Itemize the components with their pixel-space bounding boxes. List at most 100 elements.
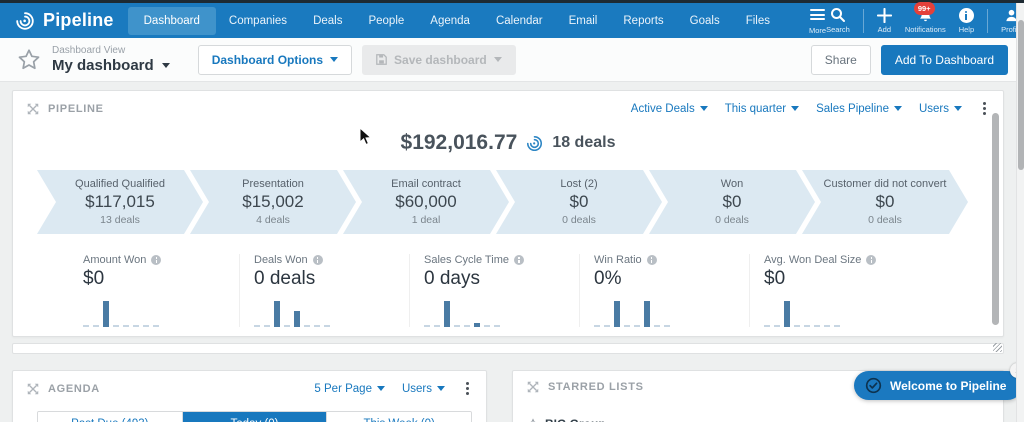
info-icon[interactable] — [646, 255, 657, 265]
funnel-stage-email-contract[interactable]: Email contract $60,000 1 deal — [343, 170, 509, 234]
resize-grip-icon[interactable] — [993, 343, 1002, 352]
metric-label: Amount Won — [83, 254, 147, 266]
metric-value: 0 deals — [254, 268, 316, 289]
filter-active-deals[interactable]: Active Deals — [631, 103, 708, 115]
filter-users[interactable]: Users — [402, 383, 445, 395]
add-button[interactable]: Add — [876, 7, 892, 34]
chevron-down-icon — [161, 63, 170, 68]
nav-item-files[interactable]: Files — [733, 7, 783, 35]
add-to-dashboard-label: Add To Dashboard — [894, 52, 994, 67]
info-icon[interactable] — [866, 255, 877, 265]
metric-amount-won: Amount Won $0 — [69, 254, 239, 327]
dashboard-view-selector[interactable]: Dashboard View My dashboard — [52, 45, 170, 74]
filter-this-quarter[interactable]: This quarter — [724, 102, 800, 115]
nav-item-goals[interactable]: Goals — [677, 7, 733, 35]
tab-today[interactable]: Today (0) — [181, 412, 327, 422]
pipeline-filters: Active Deals This quarter Sales Pipeline… — [631, 100, 990, 117]
pipeline-panel-header: PIPELINE Active Deals This quarter Sales… — [13, 91, 1003, 126]
funnel-stage-customer-did-not-convert[interactable]: Customer did not convert $0 0 deals — [802, 170, 968, 234]
info-icon[interactable] — [151, 255, 162, 265]
welcome-to-pipeline-button[interactable]: Welcome to Pipeline 3 — [854, 363, 1024, 400]
nav-item-agenda[interactable]: Agenda — [417, 7, 483, 35]
search-button[interactable]: Search — [826, 7, 850, 34]
share-label: Share — [824, 52, 857, 67]
pipeline-panel: PIPELINE Active Deals This quarter Sales… — [12, 90, 1004, 337]
nav-divider — [987, 8, 989, 33]
pipeline-widget: PIPELINE Active Deals This quarter Sales… — [12, 90, 1004, 354]
share-button[interactable]: Share — [810, 44, 871, 75]
stage-value: $0 — [569, 192, 589, 211]
nav-item-calendar[interactable]: Calendar — [483, 7, 556, 35]
chevron-down-icon — [699, 106, 708, 111]
help-button[interactable]: Help — [958, 7, 974, 34]
filter-users[interactable]: Users — [919, 103, 962, 115]
filter-label: Users — [918, 102, 949, 115]
nav-divider — [862, 8, 864, 33]
pipeline-horizontal-scrollbar[interactable] — [12, 343, 1004, 354]
stage-name: Lost (2) — [560, 178, 598, 190]
chevron-down-icon — [893, 106, 902, 111]
metric-deals-won: Deals Won 0 deals — [239, 254, 409, 327]
stage-name: Qualified Qualified — [75, 178, 165, 190]
chevron-down-icon — [330, 57, 339, 62]
page-scrollbar-thumb[interactable] — [1018, 20, 1024, 170]
agenda-menu-kebab-icon[interactable] — [462, 380, 473, 397]
favorite-star-icon[interactable] — [16, 47, 42, 73]
brand-logo[interactable]: Pipeline — [14, 10, 114, 32]
pipeline-spiral-icon — [16, 11, 34, 30]
filter-per-page[interactable]: 5 Per Page — [314, 383, 385, 395]
nav-item-deals[interactable]: Deals — [300, 7, 355, 35]
chevron-down-icon — [376, 386, 385, 391]
agenda-panel-header: AGENDA 5 Per Page Users — [13, 371, 486, 406]
filter-label: 5 Per Page — [314, 382, 372, 395]
stage-value: $0 — [875, 192, 895, 211]
pipeline-vertical-scrollbar[interactable] — [992, 113, 999, 325]
funnel-stage-presentation[interactable]: Presentation $15,002 4 deals — [190, 170, 356, 234]
pipeline-total-deals: 18 deals — [552, 134, 616, 151]
info-icon[interactable] — [513, 255, 524, 265]
move-handle-icon[interactable] — [26, 382, 40, 396]
notifications-badge: 99+ — [913, 1, 935, 15]
help-info-icon — [958, 7, 974, 23]
nav-item-email[interactable]: Email — [556, 7, 611, 35]
info-icon[interactable] — [312, 255, 323, 265]
check-circle-icon — [865, 377, 882, 394]
metric-minichart — [764, 299, 919, 327]
stage-deals: 4 deals — [256, 214, 290, 226]
notifications-label: Notifications — [904, 24, 946, 34]
pipeline-spiral-icon — [527, 135, 543, 151]
notifications-button[interactable]: 99+ Notifications — [904, 1, 946, 34]
save-dashboard-label: Save dashboard — [394, 52, 487, 67]
nav-more-button[interactable]: More — [809, 7, 826, 35]
stage-deals: 0 deals — [715, 214, 749, 226]
nav-item-reports[interactable]: Reports — [610, 7, 676, 35]
star-icon — [530, 418, 536, 422]
add-label: Add — [877, 24, 892, 34]
dashboard-options-button[interactable]: Dashboard Options — [197, 44, 353, 75]
tab-past-due[interactable]: Past Due (493) — [38, 412, 182, 422]
save-dashboard-button[interactable]: Save dashboard — [362, 44, 516, 75]
brand-name: Pipeline — [43, 10, 114, 30]
filter-label: This quarter — [724, 102, 787, 115]
funnel-stage-qualified[interactable]: Qualified Qualified $117,015 13 deals — [37, 170, 203, 234]
metric-label: Sales Cycle Time — [424, 254, 509, 266]
pipeline-menu-kebab-icon[interactable] — [979, 100, 990, 117]
tab-this-week[interactable]: This Week (0) — [326, 412, 471, 422]
funnel-stage-won[interactable]: Won $0 0 deals — [649, 170, 815, 234]
stage-value: $15,002 — [242, 192, 304, 211]
page-scrollbar[interactable] — [1016, 3, 1024, 422]
nav-item-companies[interactable]: Companies — [216, 7, 300, 35]
stage-deals: 13 deals — [100, 214, 140, 226]
nav-item-dashboard[interactable]: Dashboard — [127, 6, 216, 35]
move-handle-icon[interactable] — [26, 102, 40, 116]
add-to-dashboard-button[interactable]: Add To Dashboard — [880, 44, 1008, 75]
metric-label: Avg. Won Deal Size — [764, 254, 862, 266]
list-item[interactable]: BIG Group — [527, 417, 1003, 422]
filter-sales-pipeline[interactable]: Sales Pipeline — [816, 103, 902, 115]
app-window: Pipeline Dashboard Companies Deals Peopl… — [0, 0, 1024, 422]
funnel-stage-lost[interactable]: Lost (2) $0 0 deals — [496, 170, 662, 234]
move-handle-icon[interactable] — [526, 380, 540, 394]
metric-minichart — [594, 299, 749, 327]
nav-item-people[interactable]: People — [355, 7, 417, 35]
chevron-down-icon — [493, 57, 502, 62]
